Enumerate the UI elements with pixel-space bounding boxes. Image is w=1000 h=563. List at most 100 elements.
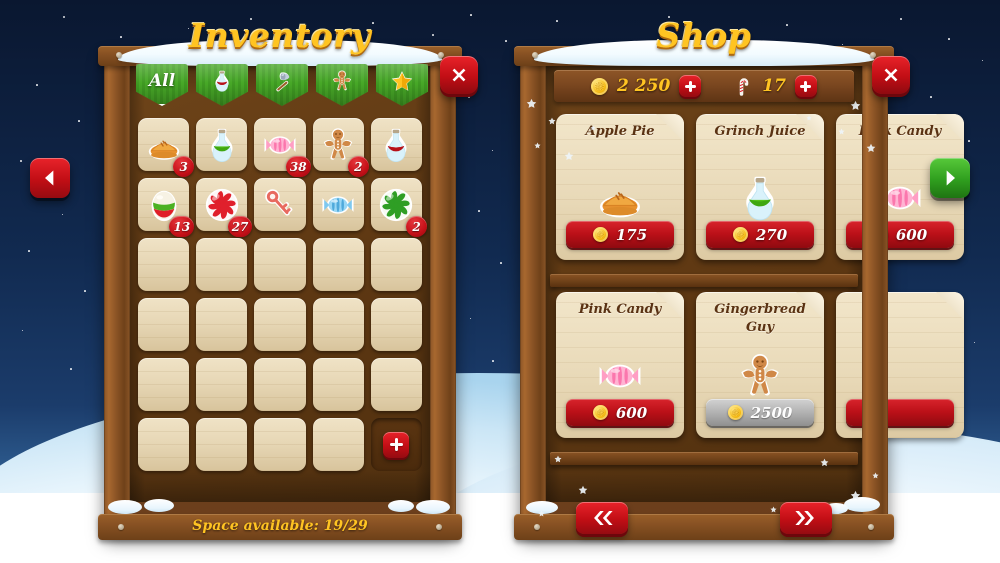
inventory-item-slot[interactable]: 2 [370, 178, 427, 237]
inventory-item-slot[interactable] [254, 178, 306, 231]
shop-item-buy-button[interactable]: 2500 [706, 399, 814, 426]
screw [868, 524, 874, 530]
prev-page-arrow[interactable] [30, 158, 70, 198]
currency-bar: 2 250 17 [554, 70, 854, 102]
inventory-item-slot[interactable] [312, 178, 364, 231]
inventory-empty-slot[interactable] [138, 238, 190, 291]
inventory-item-slot[interactable] [196, 118, 248, 171]
star-dot [84, 290, 86, 292]
inventory-empty-slot[interactable] [254, 298, 306, 351]
inventory-empty-slot[interactable] [312, 298, 364, 351]
inventory-empty-slot[interactable] [312, 418, 364, 471]
star-dot [492, 360, 494, 362]
shop-item-name: Pink Candy [858, 124, 942, 139]
star-dot [70, 368, 72, 370]
inventory-tab-star[interactable] [376, 64, 428, 106]
shop-item-buy-button[interactable]: 600 [566, 399, 674, 426]
star-dot [468, 96, 470, 98]
item-count-badge: 38 [285, 156, 311, 177]
inventory-empty-slot[interactable] [254, 418, 306, 471]
inventory-empty-slot[interactable] [138, 358, 190, 411]
shop-item-price: 600 [895, 225, 928, 244]
decorative-star-icon [526, 96, 537, 114]
inventory-tab-axe[interactable] [256, 64, 308, 106]
shop-item-card[interactable]: Grinch Juice 270 [696, 114, 824, 260]
shop-panel: Shop 2 250 17 Apple Pie 175 Grinch Juice 270… [514, 16, 964, 540]
star-dot [470, 14, 472, 16]
plus-icon [394, 438, 399, 451]
gingerbread-man-icon [741, 354, 779, 396]
item-count-badge: 2 [406, 216, 427, 237]
blue-candy-icon [319, 186, 357, 224]
close-icon [884, 68, 898, 82]
inventory-empty-slot[interactable] [254, 358, 306, 411]
star-dot [78, 120, 80, 122]
shop-item-card[interactable]: Pink Candy 600 [556, 292, 684, 438]
decorative-star-icon [548, 112, 556, 130]
inventory-panel: Inventory All 3 38 2 13 27 2 Space available:… [98, 16, 478, 540]
decorative-star-icon [534, 136, 541, 154]
double-chevron-left-icon [594, 510, 613, 526]
inventory-add-slot[interactable] [370, 418, 422, 471]
inventory-empty-slot[interactable] [196, 418, 248, 471]
red-potion-icon [215, 70, 229, 92]
shop-close-button[interactable] [872, 56, 910, 94]
inventory-tab-all[interactable]: All [136, 64, 188, 106]
inventory-item-slot[interactable] [370, 118, 422, 171]
star-icon [391, 71, 413, 91]
snow-lump [416, 500, 450, 514]
inventory-item-slot[interactable]: 38 [254, 118, 311, 177]
shop-item-card[interactable]: Gingerbread Guy 2500 [696, 292, 824, 438]
double-chevron-right-icon [795, 510, 814, 526]
star-dot [63, 16, 65, 18]
star-dot [28, 250, 30, 252]
currency-amount: 2 250 [617, 76, 671, 96]
inventory-tab-gingerbread[interactable] [316, 64, 368, 106]
decorative-star-icon [770, 500, 777, 518]
inventory-tab-potion[interactable] [196, 64, 248, 106]
inventory-empty-slot[interactable] [196, 298, 248, 351]
plus-icon [804, 80, 808, 92]
chevron-right-icon [946, 170, 955, 186]
add-candy-canes-button[interactable] [794, 75, 817, 97]
inventory-empty-slot[interactable] [370, 238, 422, 291]
inventory-item-slot[interactable]: 13 [138, 178, 195, 237]
coin-icon [592, 405, 608, 420]
inventory-empty-slot[interactable] [196, 358, 248, 411]
add-coins-button[interactable] [679, 75, 702, 97]
decorative-star-icon [554, 450, 562, 468]
inventory-empty-slot[interactable] [370, 298, 422, 351]
add-slot-button[interactable] [383, 431, 410, 458]
shop-prev-page-button[interactable] [576, 502, 628, 534]
inventory-empty-slot[interactable] [254, 238, 306, 291]
potion-icon [210, 69, 234, 93]
shelf-board [550, 274, 858, 287]
inventory-filter-tabs: All [136, 64, 428, 106]
shop-item-buy-button[interactable]: 270 [706, 221, 814, 248]
decorative-star-icon [564, 148, 574, 166]
inventory-empty-slot[interactable] [370, 358, 422, 411]
plus-icon [688, 80, 692, 92]
inventory-empty-slot[interactable] [196, 238, 248, 291]
inventory-item-slot[interactable]: 27 [196, 178, 253, 237]
shop-next-page-button[interactable] [780, 502, 832, 534]
shop-item-name: Apple Pie [585, 124, 655, 139]
shop-bottom-beam [514, 514, 894, 540]
shop-item-name: Pink Candy [578, 302, 662, 317]
key-icon [265, 188, 293, 216]
inventory-item-slot[interactable]: 2 [312, 118, 369, 177]
decorative-star-icon [578, 482, 588, 500]
inventory-empty-slot[interactable] [138, 298, 190, 351]
inventory-item-slot[interactable]: 3 [138, 118, 195, 177]
inventory-empty-slot[interactable] [312, 238, 364, 291]
inventory-empty-slot[interactable] [312, 358, 364, 411]
next-page-arrow[interactable] [930, 158, 970, 198]
decorative-star-icon [866, 140, 876, 158]
inventory-empty-slot[interactable] [138, 418, 190, 471]
red-potion-icon [377, 126, 415, 164]
shop-item-card[interactable]: Apple Pie 175 [556, 114, 684, 260]
shop-item-card[interactable] [836, 292, 964, 438]
inventory-close-button[interactable] [440, 56, 478, 94]
shop-item-buy-button[interactable]: 175 [566, 221, 674, 248]
decorative-star-icon [590, 118, 596, 136]
